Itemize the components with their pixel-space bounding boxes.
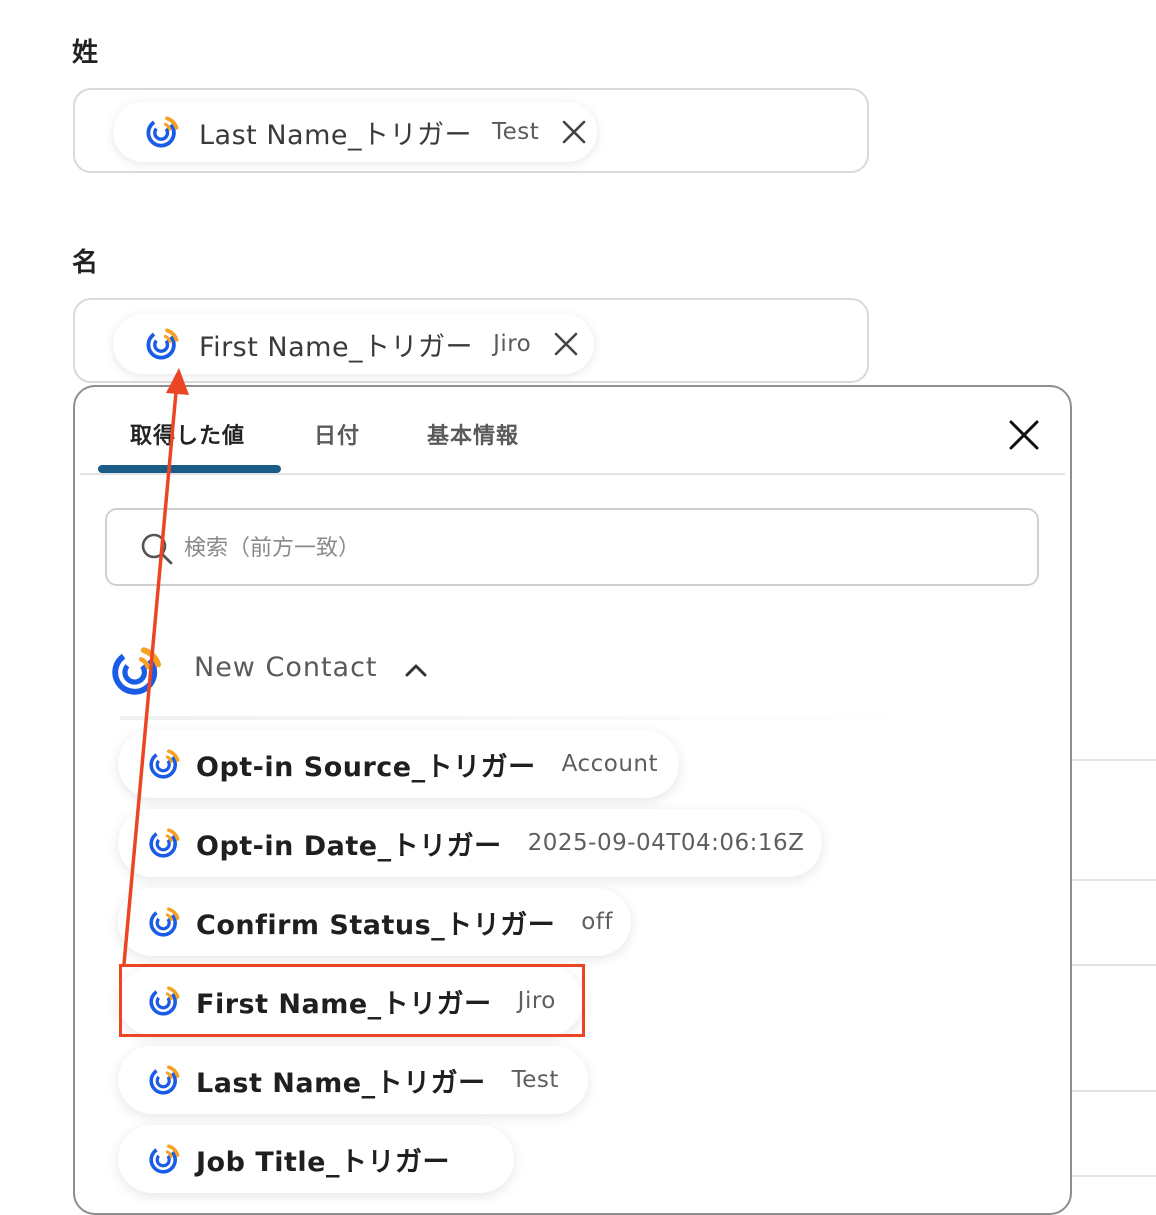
chip-value: Jiro bbox=[493, 331, 532, 357]
background-divider bbox=[1072, 759, 1156, 761]
field-label-first-name: 名 bbox=[72, 248, 99, 278]
chip-name: Last Name_トリガー bbox=[199, 119, 472, 151]
list-item[interactable]: Confirm Status_トリガー off bbox=[118, 888, 631, 956]
list-item[interactable]: Opt-in Source_トリガー Account bbox=[118, 730, 679, 798]
tab-retrieved-values[interactable]: 取得した値 bbox=[130, 418, 245, 450]
last-name-chip[interactable]: Last Name_トリガー Test bbox=[113, 102, 597, 162]
group-title[interactable]: New Contact bbox=[194, 652, 378, 683]
tabs-divider bbox=[80, 473, 1065, 475]
item-name: Last Name_トリガー bbox=[196, 1067, 486, 1099]
tab-basic-info[interactable]: 基本情報 bbox=[427, 418, 519, 450]
app-logo-icon bbox=[148, 906, 180, 938]
close-icon[interactable] bbox=[1006, 417, 1042, 453]
item-name: Opt-in Date_トリガー bbox=[196, 830, 502, 862]
active-tab-indicator bbox=[98, 465, 281, 473]
item-value: off bbox=[581, 909, 613, 935]
remove-chip-icon[interactable] bbox=[559, 117, 589, 147]
item-value: 2025-09-04T04:06:16Z bbox=[527, 830, 805, 856]
item-name: Opt-in Source_トリガー bbox=[196, 751, 536, 783]
app-logo-icon bbox=[148, 827, 180, 859]
app-logo-icon bbox=[148, 1143, 180, 1175]
chevron-up-icon[interactable] bbox=[404, 660, 428, 680]
item-name: Job Title_トリガー bbox=[196, 1146, 450, 1178]
app-logo-icon bbox=[145, 115, 179, 149]
app-logo-icon bbox=[145, 327, 179, 361]
chip-name: First Name_トリガー bbox=[199, 331, 474, 363]
app-logo-icon bbox=[148, 1064, 180, 1096]
remove-chip-icon[interactable] bbox=[551, 329, 581, 359]
list-item[interactable]: Job Title_トリガー bbox=[118, 1125, 514, 1193]
chip-value: Test bbox=[491, 119, 540, 145]
list-item[interactable]: Last Name_トリガー Test bbox=[118, 1046, 588, 1114]
tab-date[interactable]: 日付 bbox=[314, 418, 360, 450]
first-name-chip[interactable]: First Name_トリガー Jiro bbox=[113, 314, 594, 374]
app-logo-icon bbox=[110, 645, 162, 697]
background-divider bbox=[1072, 879, 1156, 881]
list-item[interactable]: Opt-in Date_トリガー 2025-09-04T04:06:16Z bbox=[118, 809, 822, 877]
background-divider bbox=[1072, 1175, 1156, 1177]
search-input[interactable] bbox=[182, 528, 1006, 568]
app-logo-icon bbox=[148, 748, 180, 780]
item-value: Account bbox=[561, 751, 658, 777]
first-name-field[interactable]: First Name_トリガー Jiro bbox=[73, 298, 869, 383]
search-box[interactable] bbox=[105, 508, 1039, 586]
background-divider bbox=[1072, 1090, 1156, 1092]
group-divider bbox=[120, 716, 920, 720]
background-divider bbox=[1072, 964, 1156, 966]
last-name-field[interactable]: Last Name_トリガー Test bbox=[73, 88, 869, 173]
item-value: Test bbox=[511, 1067, 559, 1093]
search-icon bbox=[141, 533, 173, 565]
field-label-last-name: 姓 bbox=[72, 38, 99, 68]
highlight-box bbox=[119, 964, 585, 1037]
item-name: Confirm Status_トリガー bbox=[196, 909, 556, 941]
